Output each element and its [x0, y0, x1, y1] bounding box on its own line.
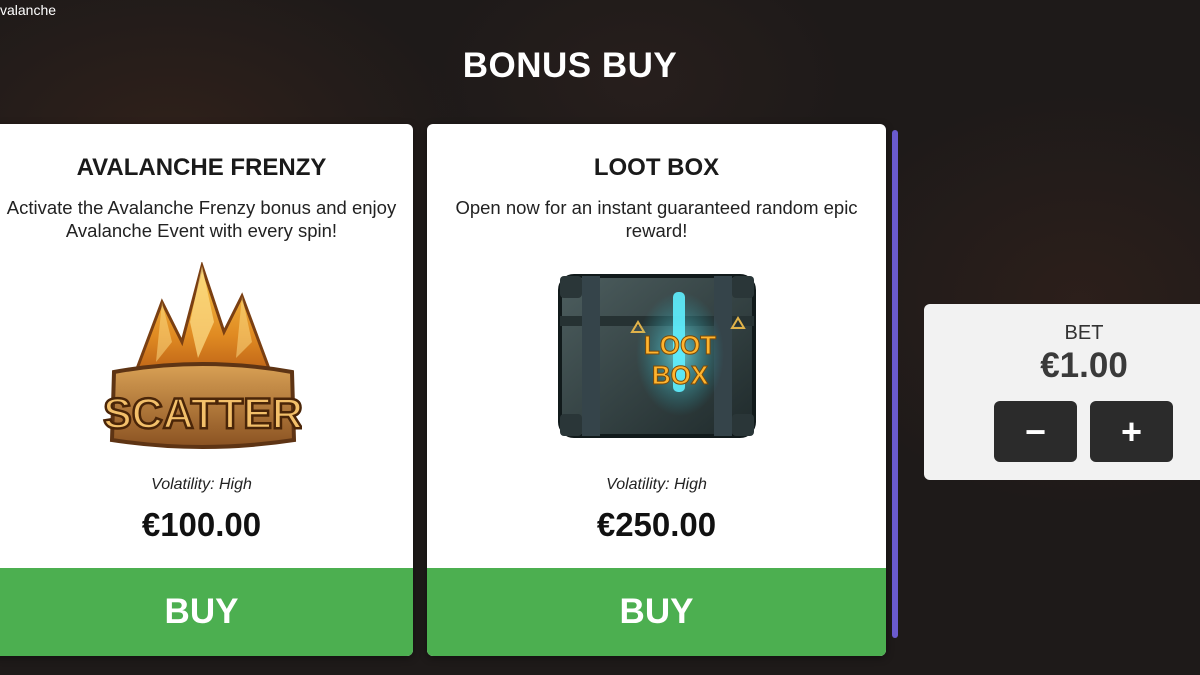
bet-panel: BET €1.00 − + — [924, 304, 1200, 480]
page-title: BONUS BUY — [462, 46, 678, 85]
card-description: Open now for an instant guaranteed rando… — [455, 197, 858, 241]
card-volatility: Volatility: High — [606, 476, 707, 493]
box-text: BOX — [651, 360, 708, 390]
bet-decrease-button[interactable]: − — [994, 401, 1077, 462]
scrollbar[interactable] — [892, 130, 898, 638]
bonus-card-avalanche-frenzy: AVALANCHE FRENZY Activate the Avalanche … — [0, 124, 413, 656]
card-description: Activate the Avalanche Frenzy bonus and … — [6, 197, 397, 241]
bet-increase-button[interactable]: + — [1090, 401, 1173, 462]
scatter-text: SCATTER — [103, 390, 302, 438]
card-title: LOOT BOX — [593, 154, 720, 181]
bet-value: €1.00 — [1040, 346, 1128, 385]
card-price: €250.00 — [596, 506, 717, 543]
scatter-icon: SCATTER — [0, 262, 413, 462]
buy-button-loot-box[interactable]: BUY — [427, 568, 886, 656]
loot-box-icon: LOOT BOX — [427, 262, 886, 462]
card-volatility: Volatility: High — [151, 476, 252, 493]
card-price: €100.00 — [141, 506, 262, 543]
bet-label: BET — [1064, 322, 1104, 344]
card-title: AVALANCHE FRENZY — [76, 154, 327, 181]
loot-text: LOOT — [643, 330, 715, 360]
buy-button-avalanche-frenzy[interactable]: BUY — [0, 568, 413, 656]
bonus-card-loot-box: LOOT BOX Open now for an instant guarant… — [427, 124, 886, 656]
app-title: valanche — [0, 2, 57, 18]
